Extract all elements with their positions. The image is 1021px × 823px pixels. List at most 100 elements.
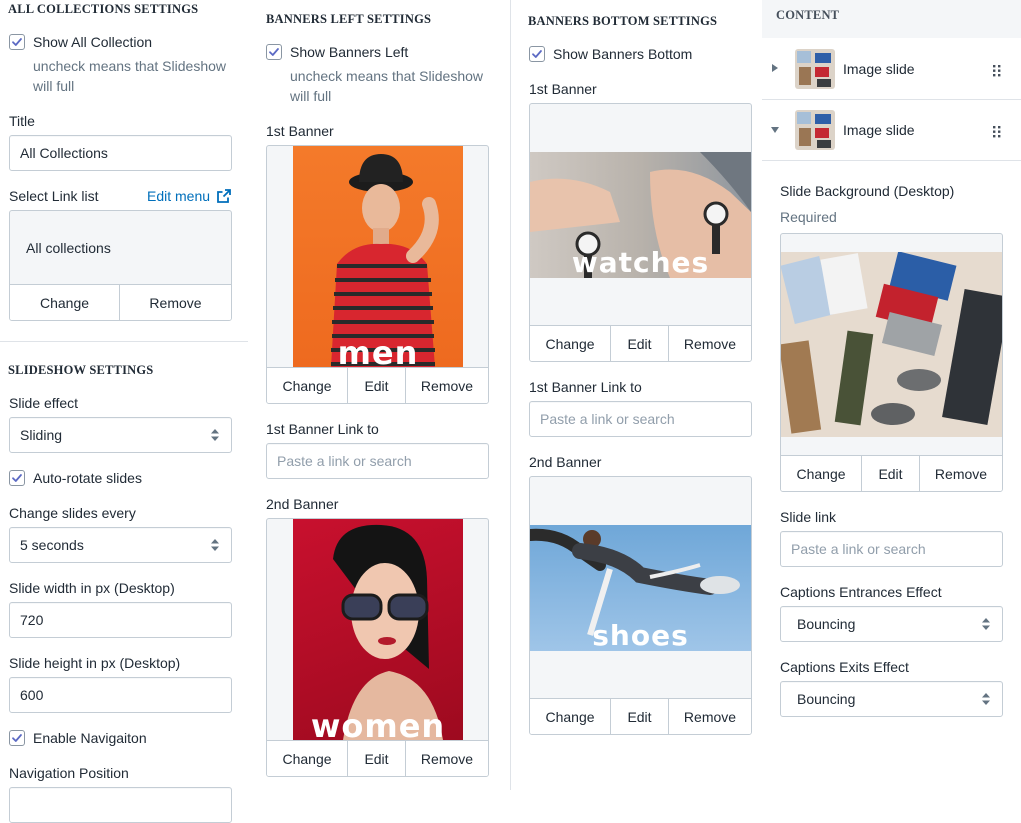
link-list-remove-button[interactable]: Remove bbox=[120, 285, 231, 320]
banner-bottom-1-link-input[interactable] bbox=[529, 401, 752, 437]
content-column: CONTENT Image slide Image slide Slide Ba… bbox=[762, 0, 1021, 790]
banners-left-section-title: BANNERS LEFT SETTINGS bbox=[266, 12, 432, 26]
banner-bottom-1-edit-button[interactable]: Edit bbox=[611, 326, 669, 361]
content-header: CONTENT bbox=[762, 0, 1021, 38]
collections-section-title: ALL COLLECTIONS SETTINGS bbox=[8, 2, 199, 16]
slide-background-change-button[interactable]: Change bbox=[781, 456, 862, 491]
banner-left-2-label: 2nd Banner bbox=[266, 496, 339, 512]
title-input[interactable] bbox=[9, 135, 232, 171]
change-every-select[interactable]: 5 seconds bbox=[9, 527, 232, 563]
clothes-thumbnail-icon bbox=[797, 51, 831, 87]
captions-exit-select[interactable]: Bouncing bbox=[780, 681, 1003, 717]
enable-navigation-label: Enable Navigaiton bbox=[33, 730, 147, 746]
slide-link-label: Slide link bbox=[780, 509, 837, 525]
slide-effect-label: Slide effect bbox=[9, 395, 79, 411]
banner-bottom-1-label: 1st Banner bbox=[529, 81, 597, 97]
banner-bottom-2-remove-button[interactable]: Remove bbox=[669, 699, 751, 734]
enable-navigation-checkbox[interactable] bbox=[9, 730, 25, 746]
banner-left-2-remove-button[interactable]: Remove bbox=[406, 741, 488, 776]
show-banners-left-checkbox[interactable] bbox=[266, 44, 282, 60]
drag-handle-icon[interactable] bbox=[993, 65, 1001, 77]
section-divider bbox=[0, 341, 248, 342]
link-list-value: All collections bbox=[26, 240, 111, 256]
slide-width-input[interactable] bbox=[9, 602, 232, 638]
show-banners-bottom-checkbox[interactable] bbox=[529, 46, 545, 62]
show-banners-left-help: uncheck means that Slideshow will full bbox=[290, 68, 483, 104]
content-block-item[interactable]: Image slide bbox=[762, 100, 1021, 161]
banner-shoes-text: shoes bbox=[592, 619, 689, 651]
link-list-change-button[interactable]: Change bbox=[10, 285, 120, 320]
banner-bottom-1-change-button[interactable]: Change bbox=[530, 326, 611, 361]
banner-watches-text: watches bbox=[571, 246, 710, 278]
banner-bottom-2-change-button[interactable]: Change bbox=[530, 699, 611, 734]
slide-height-input[interactable] bbox=[9, 677, 232, 713]
checkmark-icon bbox=[12, 38, 22, 46]
show-banners-bottom-label: Show Banners Bottom bbox=[553, 46, 693, 62]
banner-left-1-picker: men Change Edit Remove bbox=[266, 145, 489, 404]
slide-link-input[interactable] bbox=[780, 531, 1003, 567]
banner-left-1-edit-button[interactable]: Edit bbox=[348, 368, 406, 403]
content-block-item[interactable]: Image slide bbox=[762, 38, 1021, 100]
change-every-value: 5 seconds bbox=[20, 537, 84, 553]
checkmark-icon bbox=[532, 50, 542, 58]
caret-down-icon[interactable] bbox=[771, 127, 779, 133]
captions-exit-label: Captions Exits Effect bbox=[780, 659, 909, 675]
slide-effect-value: Sliding bbox=[20, 427, 63, 443]
checkmark-icon bbox=[12, 734, 22, 742]
clothes-thumbnail-icon bbox=[797, 112, 831, 148]
captions-entrance-label: Captions Entrances Effect bbox=[780, 584, 942, 600]
edit-menu-link[interactable]: Edit menu bbox=[147, 188, 210, 204]
banner-shoes-image: shoes bbox=[530, 525, 751, 651]
show-all-collection-label: Show All Collection bbox=[33, 34, 153, 50]
checkmark-icon bbox=[269, 48, 279, 56]
banner-bottom-2-picker: shoes Change Edit Remove bbox=[529, 476, 752, 735]
checkmark-icon bbox=[12, 474, 22, 482]
slide-thumbnail bbox=[795, 110, 835, 150]
banner-left-1-link-input[interactable] bbox=[266, 443, 489, 479]
drag-handle-icon[interactable] bbox=[993, 126, 1001, 138]
link-list-picker: All collections Change Remove bbox=[9, 210, 232, 321]
slide-background-edit-button[interactable]: Edit bbox=[862, 456, 920, 491]
banner-left-1-label: 1st Banner bbox=[266, 123, 334, 139]
banner-bottom-1-picker: watches Change Edit Remove bbox=[529, 103, 752, 362]
banner-watches-image: watches bbox=[530, 152, 751, 278]
slide-height-label: Slide height in px (Desktop) bbox=[9, 655, 181, 671]
slide-background-required: Required bbox=[780, 209, 837, 225]
banner-left-1-remove-button[interactable]: Remove bbox=[406, 368, 488, 403]
banner-men-image: men bbox=[293, 146, 463, 367]
auto-rotate-checkbox[interactable] bbox=[9, 470, 25, 486]
show-all-collection-checkbox[interactable] bbox=[9, 34, 25, 50]
link-list-label: Select Link list bbox=[9, 188, 99, 204]
external-link-icon[interactable] bbox=[217, 189, 231, 203]
banner-bottom-2-edit-button[interactable]: Edit bbox=[611, 699, 669, 734]
navigation-position-label: Navigation Position bbox=[9, 765, 129, 781]
select-arrows-icon bbox=[211, 429, 219, 441]
slide-effect-select[interactable]: Sliding bbox=[9, 417, 232, 453]
banner-women-image: women bbox=[293, 519, 463, 740]
slide-background-remove-button[interactable]: Remove bbox=[920, 456, 1002, 491]
banner-bottom-2-label: 2nd Banner bbox=[529, 454, 602, 470]
banner-bottom-1-remove-button[interactable]: Remove bbox=[669, 326, 751, 361]
banner-left-1-change-button[interactable]: Change bbox=[267, 368, 348, 403]
content-section-title: CONTENT bbox=[776, 8, 840, 22]
content-block-label: Image slide bbox=[843, 61, 915, 77]
caret-right-icon[interactable] bbox=[772, 64, 778, 72]
slide-width-label: Slide width in px (Desktop) bbox=[9, 580, 175, 596]
change-every-label: Change slides every bbox=[9, 505, 136, 521]
banner-women-text: women bbox=[310, 707, 446, 740]
captions-entrance-select[interactable]: Bouncing bbox=[780, 606, 1003, 642]
banner-left-2-change-button[interactable]: Change bbox=[267, 741, 348, 776]
select-arrows-icon bbox=[982, 618, 990, 630]
banner-left-2-picker: women Change Edit Remove bbox=[266, 518, 489, 777]
show-banners-left-label: Show Banners Left bbox=[290, 44, 409, 60]
slide-background-image bbox=[781, 252, 1002, 437]
banner-left-2-edit-button[interactable]: Edit bbox=[348, 741, 406, 776]
folded-clothes-figure bbox=[781, 252, 1002, 434]
slideshow-section-title: SLIDESHOW SETTINGS bbox=[8, 363, 154, 377]
content-block-label: Image slide bbox=[843, 122, 915, 138]
banner-left-1-link-label: 1st Banner Link to bbox=[266, 421, 379, 437]
slide-thumbnail bbox=[795, 49, 835, 89]
select-arrows-icon bbox=[211, 539, 219, 551]
navigation-position-select[interactable] bbox=[9, 787, 232, 823]
banners-left-column: BANNERS LEFT SETTINGS Show Banners Left … bbox=[249, 0, 509, 790]
